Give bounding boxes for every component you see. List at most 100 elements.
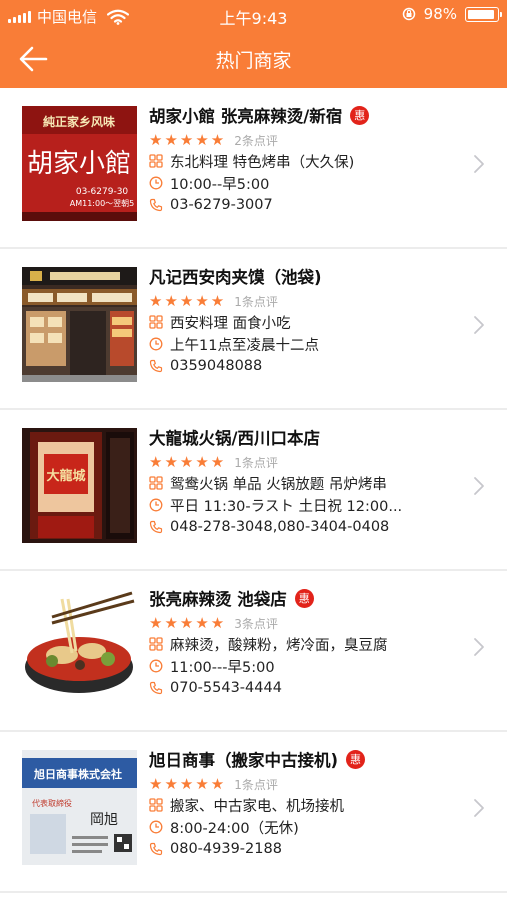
phone-text[interactable]: 03-6279-3007 <box>170 197 273 213</box>
battery-icon <box>465 6 502 22</box>
discount-badge: 惠 <box>294 588 314 608</box>
phone-icon <box>149 198 163 212</box>
review-count: 1条点评 <box>234 455 278 470</box>
merchant-phone: 0359048088 <box>149 355 469 377</box>
rotation-lock-icon <box>402 7 415 21</box>
merchant-info: 胡家小館 张亮麻辣烫/新宿 惠 ★★★★★ 2条点评 东北料理 特色烤串（大久保… <box>149 102 469 216</box>
merchant-row[interactable]: 大龍城 大龍城火锅/西川口本店 ★★★★★ 1条点评 鸳鸯火锅 单品 火锅放题 … <box>0 410 507 571</box>
category-icon <box>149 315 163 329</box>
category-icon <box>149 798 163 812</box>
merchant-name: 大龍城火锅/西川口本店 <box>149 429 321 448</box>
merchant-row[interactable]: 旭日商事株式会社 代表取締役 岡旭 旭日商事（搬家中古接机) 惠 ★★★★★ 1… <box>0 732 507 893</box>
nav-bar: 热门商家 <box>0 30 507 88</box>
category-icon <box>149 637 163 651</box>
category-text: 东北料理 特色烤串（大久保) <box>170 154 355 171</box>
page-title: 热门商家 <box>215 50 292 72</box>
merchant-phone: 03-6279-3007 <box>149 194 469 216</box>
app-header: 中国电信 上午9:43 98% 热门商家 <box>0 0 507 88</box>
review-count: 1条点评 <box>234 777 278 792</box>
battery-percent: 98% <box>423 5 457 23</box>
merchant-hours: 平日 11:30-ラスト 土日祝 12:00... <box>149 494 469 516</box>
food-image <box>22 589 137 704</box>
business-card-image: 旭日商事株式会社 代表取締役 岡旭 <box>22 750 137 865</box>
chevron-right-icon <box>474 638 484 656</box>
merchant-thumbnail: 純正家乡风味 胡家小館 03-6279-30 AM11:00～翌朝5 <box>22 106 137 221</box>
hours-text: 11:00---早5:00 <box>170 659 275 676</box>
category-icon <box>149 154 163 168</box>
phone-text[interactable]: 070-5543-4444 <box>170 680 282 696</box>
discount-badge: 惠 <box>350 105 370 125</box>
merchant-hours: 11:00---早5:00 <box>149 655 469 677</box>
phone-icon <box>149 520 163 534</box>
merchant-thumbnail: 旭日商事株式会社 代表取締役 岡旭 <box>22 750 137 865</box>
clock-icon <box>149 337 163 351</box>
chevron-right-icon <box>474 477 484 495</box>
merchant-phone: 080-4939-2188 <box>149 838 469 860</box>
hours-text: 10:00--早5:00 <box>170 176 270 193</box>
category-text: 麻辣烫，酸辣粉，烤冷面，臭豆腐 <box>170 637 388 654</box>
rating-stars: ★★★★★ <box>149 775 227 793</box>
merchant-thumbnail <box>22 589 137 704</box>
status-right: 98% <box>402 5 502 23</box>
thumb-name-text: 岡旭 <box>90 812 118 828</box>
phone-icon <box>149 842 163 856</box>
merchant-row[interactable]: 凡记西安肉夹馍（池袋) ★★★★★ 1条点评 西安料理 面食小吃 上午11点至凌… <box>0 249 507 410</box>
merchant-list: 純正家乡风味 胡家小館 03-6279-30 AM11:00～翌朝5 胡家小館 … <box>0 88 507 893</box>
merchant-hours: 10:00--早5:00 <box>149 172 469 194</box>
clock-icon <box>149 659 163 673</box>
rating-stars: ★★★★★ <box>149 131 227 149</box>
thumb-sub-text: 代表取締役 <box>32 798 72 808</box>
rating-stars: ★★★★★ <box>149 453 227 471</box>
chevron-right-icon <box>474 155 484 173</box>
thumb-sign-text: 旭日商事株式会社 <box>33 767 122 781</box>
phone-text[interactable]: 080-4939-2188 <box>170 841 282 857</box>
phone-text[interactable]: 048-278-3048,080-3404-0408 <box>170 519 389 535</box>
review-count: 2条点评 <box>234 133 278 148</box>
merchant-category: 鸳鸯火锅 单品 火锅放题 吊炉烤串 <box>149 472 469 494</box>
status-bar: 中国电信 上午9:43 98% <box>0 0 507 30</box>
review-count: 1条点评 <box>234 294 278 309</box>
discount-badge: 惠 <box>346 749 366 769</box>
category-text: 搬家、中古家电、机场接机 <box>170 798 344 815</box>
merchant-category: 麻辣烫，酸辣粉，烤冷面，臭豆腐 <box>149 633 469 655</box>
merchant-info: 旭日商事（搬家中古接机) 惠 ★★★★★ 1条点评 搬家、中古家电、机场接机 8… <box>149 746 469 860</box>
storefront-image: 純正家乡风味 胡家小館 03-6279-30 AM11:00～翌朝5 <box>22 106 137 221</box>
clock-icon <box>149 176 163 190</box>
merchant-thumbnail: 大龍城 <box>22 428 137 543</box>
merchant-hours: 8:00-24:00（无休) <box>149 816 469 838</box>
merchant-category: 东北料理 特色烤串（大久保) <box>149 150 469 172</box>
chevron-right-icon <box>474 799 484 817</box>
rating-stars: ★★★★★ <box>149 614 227 632</box>
merchant-phone: 048-278-3048,080-3404-0408 <box>149 516 469 538</box>
merchant-name: 胡家小館 张亮麻辣烫/新宿 <box>149 107 343 126</box>
merchant-hours: 上午11点至凌晨十二点 <box>149 333 469 355</box>
storefront-image <box>22 267 137 382</box>
category-text: 西安料理 面食小吃 <box>170 315 291 332</box>
merchant-name: 凡记西安肉夹馍（池袋) <box>149 268 322 287</box>
hours-text: 上午11点至凌晨十二点 <box>170 337 319 354</box>
thumb-tel-text: 03-6279-30 <box>76 187 129 197</box>
merchant-thumbnail <box>22 267 137 382</box>
storefront-image: 大龍城 <box>22 428 137 543</box>
phone-text[interactable]: 0359048088 <box>170 358 262 374</box>
merchant-category: 西安料理 面食小吃 <box>149 311 469 333</box>
merchant-row[interactable]: 张亮麻辣烫 池袋店 惠 ★★★★★ 3条点评 麻辣烫，酸辣粉，烤冷面，臭豆腐 1… <box>0 571 507 732</box>
merchant-name: 旭日商事（搬家中古接机) <box>149 751 339 770</box>
hours-text: 平日 11:30-ラスト 土日祝 12:00... <box>170 498 403 515</box>
thumb-sign-text: 大龍城 <box>46 468 85 484</box>
merchant-row[interactable]: 純正家乡风味 胡家小館 03-6279-30 AM11:00～翌朝5 胡家小館 … <box>0 88 507 249</box>
category-icon <box>149 476 163 490</box>
merchant-category: 搬家、中古家电、机场接机 <box>149 794 469 816</box>
phone-icon <box>149 681 163 695</box>
thumb-hours-text: AM11:00～翌朝5 <box>70 199 135 208</box>
clock-icon <box>149 498 163 512</box>
merchant-info: 张亮麻辣烫 池袋店 惠 ★★★★★ 3条点评 麻辣烫，酸辣粉，烤冷面，臭豆腐 1… <box>149 585 469 699</box>
clock-icon <box>149 820 163 834</box>
merchant-info: 凡记西安肉夹馍（池袋) ★★★★★ 1条点评 西安料理 面食小吃 上午11点至凌… <box>149 263 469 377</box>
phone-icon <box>149 359 163 373</box>
thumb-banner-text: 純正家乡风味 <box>43 114 115 129</box>
chevron-right-icon <box>474 316 484 334</box>
review-count: 3条点评 <box>234 616 278 631</box>
category-text: 鸳鸯火锅 单品 火锅放题 吊炉烤串 <box>170 476 387 493</box>
thumb-sign-text: 胡家小館 <box>27 149 131 179</box>
